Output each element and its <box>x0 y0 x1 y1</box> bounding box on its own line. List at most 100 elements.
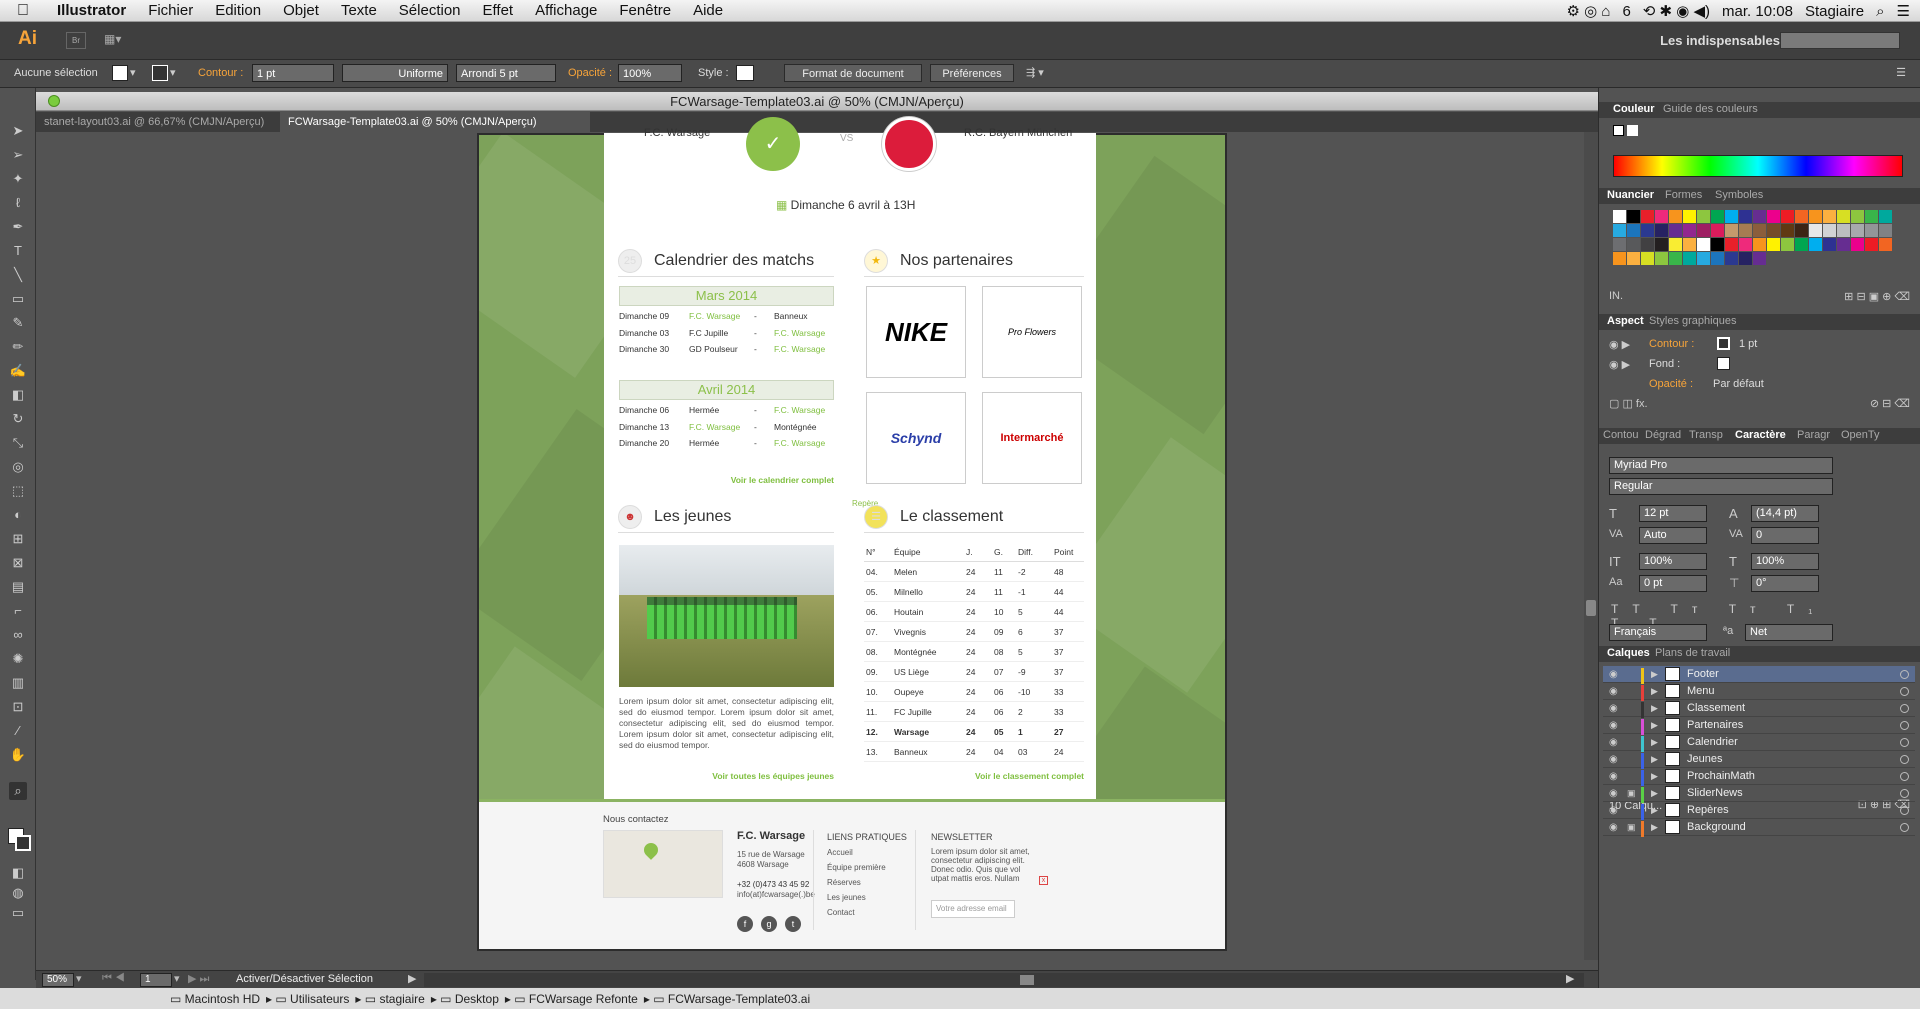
white-swatch[interactable] <box>1627 125 1638 136</box>
tab-calques[interactable]: Calques <box>1607 647 1650 659</box>
color-mode-icon[interactable]: ◧ <box>9 864 27 882</box>
target-circle-icon[interactable] <box>1900 704 1909 713</box>
pen-tool-icon[interactable]: ✒ <box>9 218 27 236</box>
char-rotation-field[interactable]: 0° <box>1751 575 1819 592</box>
visibility-eye-icon[interactable]: ◉ <box>1609 669 1618 680</box>
tracking-field[interactable]: 0 <box>1751 527 1819 544</box>
scale-tool-icon[interactable]: ⤡ <box>9 434 27 452</box>
selection-tool-icon[interactable]: ➤ <box>9 122 27 140</box>
visibility-eye-icon[interactable]: ◉ <box>1609 805 1618 816</box>
status-icons[interactable]: ⚙ ◎ ⌂ <box>1567 2 1611 20</box>
rotate-tool-icon[interactable]: ↻ <box>9 410 27 428</box>
aspect-opacity-label[interactable]: Opacité : <box>1649 378 1693 390</box>
artboard-tool-icon[interactable]: ⊡ <box>9 698 27 716</box>
layer-name[interactable]: SliderNews <box>1687 787 1743 799</box>
color-swatch[interactable] <box>1683 224 1696 237</box>
contact-map[interactable] <box>603 830 723 898</box>
horizontal-scale-field[interactable]: 100% <box>1751 553 1819 570</box>
aspect-delete-icons[interactable]: ⊘ ⊟ ⌫ <box>1870 397 1910 410</box>
target-circle-icon[interactable] <box>1900 806 1909 815</box>
fill-swatch[interactable] <box>112 65 128 81</box>
stroke-label[interactable]: Contour : <box>198 64 243 82</box>
swatch-actions-icons[interactable]: ⊞ ⊟ ▣ ⊕ ⌫ <box>1844 290 1910 303</box>
magic-wand-icon[interactable]: ✦ <box>9 170 27 188</box>
aspect-stroke-value[interactable]: 1 pt <box>1739 338 1757 350</box>
help-search-input[interactable] <box>1780 32 1900 49</box>
color-swatch[interactable] <box>1739 238 1752 251</box>
target-circle-icon[interactable] <box>1900 789 1909 798</box>
color-swatch[interactable] <box>1823 210 1836 223</box>
status-menu-arrow[interactable]: ▶ <box>408 972 416 985</box>
zoom-field[interactable]: 50% <box>42 973 74 987</box>
color-swatch[interactable] <box>1697 238 1710 251</box>
layer-row[interactable]: ◉ ▶ Classement <box>1603 700 1915 718</box>
font-size-field[interactable]: 12 pt <box>1639 505 1707 522</box>
layer-row[interactable]: ◉ ▶ Partenaires <box>1603 717 1915 735</box>
target-circle-icon[interactable] <box>1900 738 1909 747</box>
color-swatch[interactable] <box>1641 238 1654 251</box>
visibility-eye-icon[interactable]: ◉ <box>1609 771 1618 782</box>
target-circle-icon[interactable] <box>1900 721 1909 730</box>
color-swatch[interactable] <box>1683 252 1696 265</box>
graph-tool-icon[interactable]: ▥ <box>9 674 27 692</box>
color-swatch[interactable] <box>1669 238 1682 251</box>
color-swatch[interactable] <box>1767 224 1780 237</box>
color-swatch[interactable] <box>1711 210 1724 223</box>
expand-triangle-icon[interactable]: ▶ <box>1651 737 1658 748</box>
expand-triangle-icon[interactable]: ▶ <box>1651 720 1658 731</box>
color-swatch[interactable] <box>1711 252 1724 265</box>
tab-styles-graphiques[interactable]: Styles graphiques <box>1649 315 1736 327</box>
shape-builder-icon[interactable]: ◐ <box>9 506 27 524</box>
target-circle-icon[interactable] <box>1900 772 1909 781</box>
opacity-field[interactable]: 100% <box>618 64 682 82</box>
direct-selection-tool-icon[interactable]: ➢ <box>9 146 27 164</box>
tab-symboles[interactable]: Symboles <box>1715 189 1763 201</box>
layer-name[interactable]: Menu <box>1687 685 1715 697</box>
control-bar-menu-icon[interactable]: ☰ <box>1896 64 1906 82</box>
user-name[interactable]: Stagiaire <box>1805 3 1864 20</box>
visibility-eye-icon[interactable]: ◉ <box>1609 788 1618 799</box>
color-swatch[interactable] <box>1837 238 1850 251</box>
color-swatch[interactable] <box>1837 210 1850 223</box>
color-swatch[interactable] <box>1851 224 1864 237</box>
leading-field[interactable]: (14,4 pt) <box>1751 505 1819 522</box>
chevron-down-icon[interactable]: ▾ <box>76 972 82 985</box>
expand-triangle-icon[interactable]: ▶ <box>1651 805 1658 816</box>
document-format-button[interactable]: Format de document <box>784 64 922 82</box>
chevron-down-icon[interactable]: ▾ <box>170 64 176 82</box>
color-swatch[interactable] <box>1711 224 1724 237</box>
color-swatch[interactable] <box>1613 252 1626 265</box>
menu-aide[interactable]: Aide <box>682 0 734 22</box>
color-swatch[interactable] <box>1627 224 1640 237</box>
opacity-label[interactable]: Opacité : <box>568 64 612 82</box>
hand-tool-icon[interactable]: ✋ <box>9 746 27 764</box>
color-swatch[interactable] <box>1641 224 1654 237</box>
tab-couleur[interactable]: Couleur <box>1613 103 1655 115</box>
layer-row[interactable]: ◉ ▶ Menu <box>1603 683 1915 701</box>
color-swatch[interactable] <box>1879 238 1892 251</box>
menu-edition[interactable]: Edition <box>204 0 272 22</box>
color-swatch[interactable] <box>1809 238 1822 251</box>
layer-row[interactable]: ◉ ▶ Calendrier <box>1603 734 1915 752</box>
arrange-documents-button[interactable]: ▦▾ <box>104 32 134 49</box>
color-swatch[interactable] <box>1809 210 1822 223</box>
color-swatch[interactable] <box>1613 210 1626 223</box>
email-link[interactable]: info(at)fcwarsage(.)be <box>737 890 815 899</box>
expand-triangle-icon[interactable]: ▶ <box>1651 771 1658 782</box>
menu-fenetre[interactable]: Fenêtre <box>608 0 682 22</box>
stroke-color-icon[interactable] <box>15 835 31 851</box>
eyedropper-icon[interactable]: ⌐ <box>9 602 27 620</box>
aspect-fill-swatch[interactable] <box>1717 357 1730 370</box>
color-swatch[interactable] <box>1823 224 1836 237</box>
partner-intermarche[interactable]: Intermarché <box>982 392 1082 484</box>
expand-triangle-icon[interactable]: ▶ <box>1651 703 1658 714</box>
stroke-profile-select[interactable]: Uniforme <box>342 64 448 82</box>
color-swatch[interactable] <box>1837 224 1850 237</box>
color-swatch[interactable] <box>1725 210 1738 223</box>
color-swatch[interactable] <box>1753 238 1766 251</box>
color-swatch[interactable] <box>1879 210 1892 223</box>
ranking-full-link[interactable]: Voir le classement complet <box>924 771 1084 781</box>
color-swatch[interactable] <box>1753 210 1766 223</box>
scroll-thumb[interactable] <box>1586 600 1596 616</box>
tab-contour[interactable]: Contou <box>1603 429 1638 441</box>
